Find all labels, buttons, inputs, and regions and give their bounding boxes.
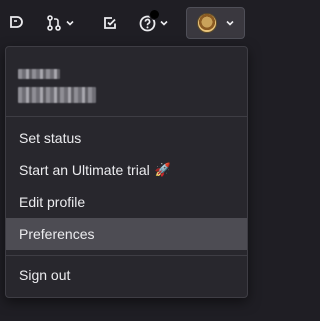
set-status-label: Set status xyxy=(19,130,82,146)
menu-divider xyxy=(6,116,247,117)
chevron-down-icon xyxy=(225,20,234,26)
chevron-down-icon xyxy=(65,20,74,26)
todos-button[interactable] xyxy=(97,8,123,38)
merge-requests-button[interactable] xyxy=(38,8,82,38)
chevron-down-icon xyxy=(160,20,168,26)
notification-dot xyxy=(149,9,160,20)
avatar xyxy=(196,13,217,33)
user-menu-button[interactable] xyxy=(186,7,245,39)
issues-button[interactable] xyxy=(4,8,28,38)
redacted-user-name xyxy=(18,69,60,79)
menu-item-preferences[interactable]: Preferences xyxy=(6,218,247,250)
preferences-label: Preferences xyxy=(19,226,95,242)
rocket-icon: 🚀 xyxy=(154,162,171,177)
sign-out-label: Sign out xyxy=(19,267,71,283)
todo-icon xyxy=(104,17,116,29)
menu-item-edit-profile[interactable]: Edit profile xyxy=(6,186,247,218)
edit-profile-label: Edit profile xyxy=(19,194,86,210)
issues-icon xyxy=(10,16,23,28)
merge-request-icon xyxy=(46,15,61,31)
ultimate-trial-label: Start an Ultimate trial xyxy=(19,162,150,178)
menu-item-set-status[interactable]: Set status xyxy=(6,122,247,154)
menu-item-ultimate-trial[interactable]: Start an Ultimate trial 🚀 xyxy=(6,154,247,186)
user-info-block xyxy=(6,47,247,115)
menu-divider xyxy=(6,255,247,256)
redacted-username xyxy=(18,87,96,103)
menu-item-sign-out[interactable]: Sign out xyxy=(6,259,247,291)
user-dropdown-menu: Set status Start an Ultimate trial 🚀 Edi… xyxy=(5,46,248,298)
top-navigation-bar xyxy=(0,0,258,46)
